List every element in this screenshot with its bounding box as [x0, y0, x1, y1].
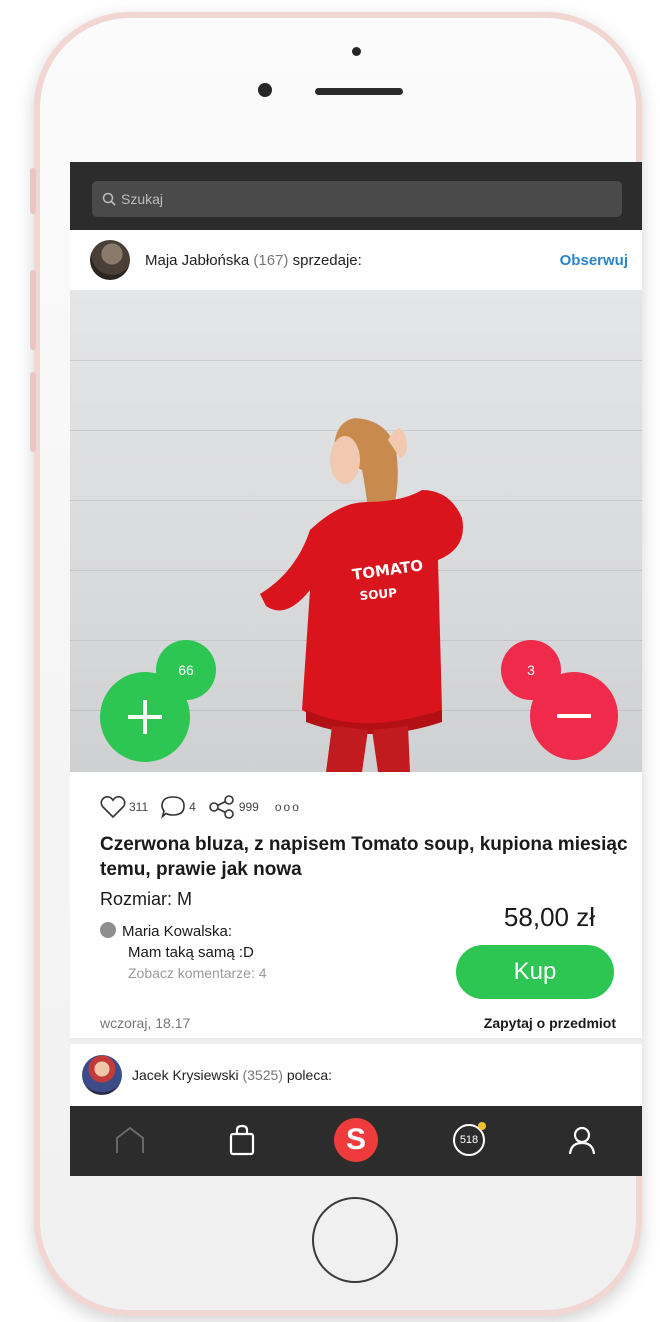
bottom-tab-bar: S 518 — [70, 1106, 642, 1176]
engagement-stats: 311 4 999 ooo — [100, 794, 301, 820]
ask-about-item-link[interactable]: Zapytaj o przedmiot — [484, 1015, 616, 1031]
seller-line: Maja Jabłońska (167) sprzedaje: — [145, 252, 362, 269]
front-camera — [258, 83, 272, 97]
proximity-sensor — [352, 47, 361, 56]
shares-count: 999 — [238, 800, 259, 814]
mute-switch — [30, 168, 36, 214]
heart-icon[interactable] — [100, 795, 126, 819]
home-button[interactable] — [312, 1197, 398, 1283]
view-comments-link[interactable]: Zobacz komentarze: 4 — [128, 963, 267, 984]
recommender-line: Jacek Krysiewski (3525) poleca: — [132, 1067, 332, 1083]
seller-count: (167) — [253, 251, 289, 269]
product-size: Rozmiar: M — [100, 889, 193, 909]
recommender-action: poleca: — [286, 1067, 332, 1083]
plus-icon — [128, 700, 162, 734]
recommender-name[interactable]: Jacek Krysiewski — [132, 1067, 239, 1083]
tab-home[interactable] — [108, 1118, 152, 1162]
tab-notifications[interactable]: 518 — [447, 1118, 491, 1162]
search-placeholder: Szukaj — [121, 191, 164, 207]
volume-down-button — [30, 372, 36, 452]
comment-text: Mam taką samą :D — [128, 944, 254, 961]
more-options-icon[interactable]: ooo — [275, 800, 301, 814]
shopping-bag-icon — [229, 1124, 255, 1156]
follow-button[interactable]: Obserwuj — [560, 252, 628, 269]
seller-header: Maja Jabłońska (167) sprzedaje: Obserwuj — [70, 230, 642, 290]
buy-button[interactable]: Kup — [456, 945, 614, 999]
tab-sell[interactable]: S — [334, 1118, 378, 1162]
recommender-header: Jacek Krysiewski (3525) poleca: — [70, 1044, 642, 1106]
notifications-count: 518 — [459, 1134, 479, 1146]
share-icon[interactable] — [208, 795, 236, 819]
tab-bag[interactable] — [220, 1118, 264, 1162]
home-icon — [116, 1126, 144, 1153]
s-logo-icon: S — [334, 1118, 378, 1162]
recommender-count: (3525) — [242, 1067, 283, 1083]
commenter-avatar — [100, 922, 116, 938]
post-date: wczoraj, 18.17 — [100, 1015, 191, 1031]
minus-icon — [557, 714, 591, 718]
likes-count: 311 — [129, 800, 149, 814]
comment-author[interactable]: Maria Kowalska: — [122, 923, 232, 940]
upvote-button[interactable] — [100, 672, 190, 762]
volume-up-button — [30, 270, 36, 350]
search-bar: Szukaj — [70, 162, 642, 230]
notifications-icon: 518 — [453, 1122, 486, 1156]
search-input[interactable]: Szukaj — [92, 181, 622, 217]
comment-preview: Maria Kowalska: Mam taką samą :D Zobacz … — [100, 921, 267, 984]
comment-icon[interactable] — [160, 795, 186, 819]
notification-dot — [478, 1122, 486, 1130]
search-icon — [102, 192, 116, 206]
comments-count: 4 — [189, 800, 196, 814]
downvote-button[interactable] — [530, 672, 618, 760]
product-price: 58,00 zł — [503, 902, 595, 932]
seller-name[interactable]: Maja Jabłońska — [145, 252, 249, 269]
tab-profile[interactable] — [560, 1118, 604, 1162]
earpiece-speaker — [315, 88, 403, 95]
profile-icon — [568, 1126, 596, 1155]
seller-action: sprzedaje: — [292, 251, 362, 269]
seller-avatar[interactable] — [90, 240, 130, 280]
recommender-avatar[interactable] — [82, 1055, 122, 1095]
product-title: Czerwona bluza, z napisem Tomato soup, k… — [100, 834, 628, 880]
app-screen: Szukaj Maja Jabłońska (167) sprzedaje: O… — [70, 162, 642, 1176]
